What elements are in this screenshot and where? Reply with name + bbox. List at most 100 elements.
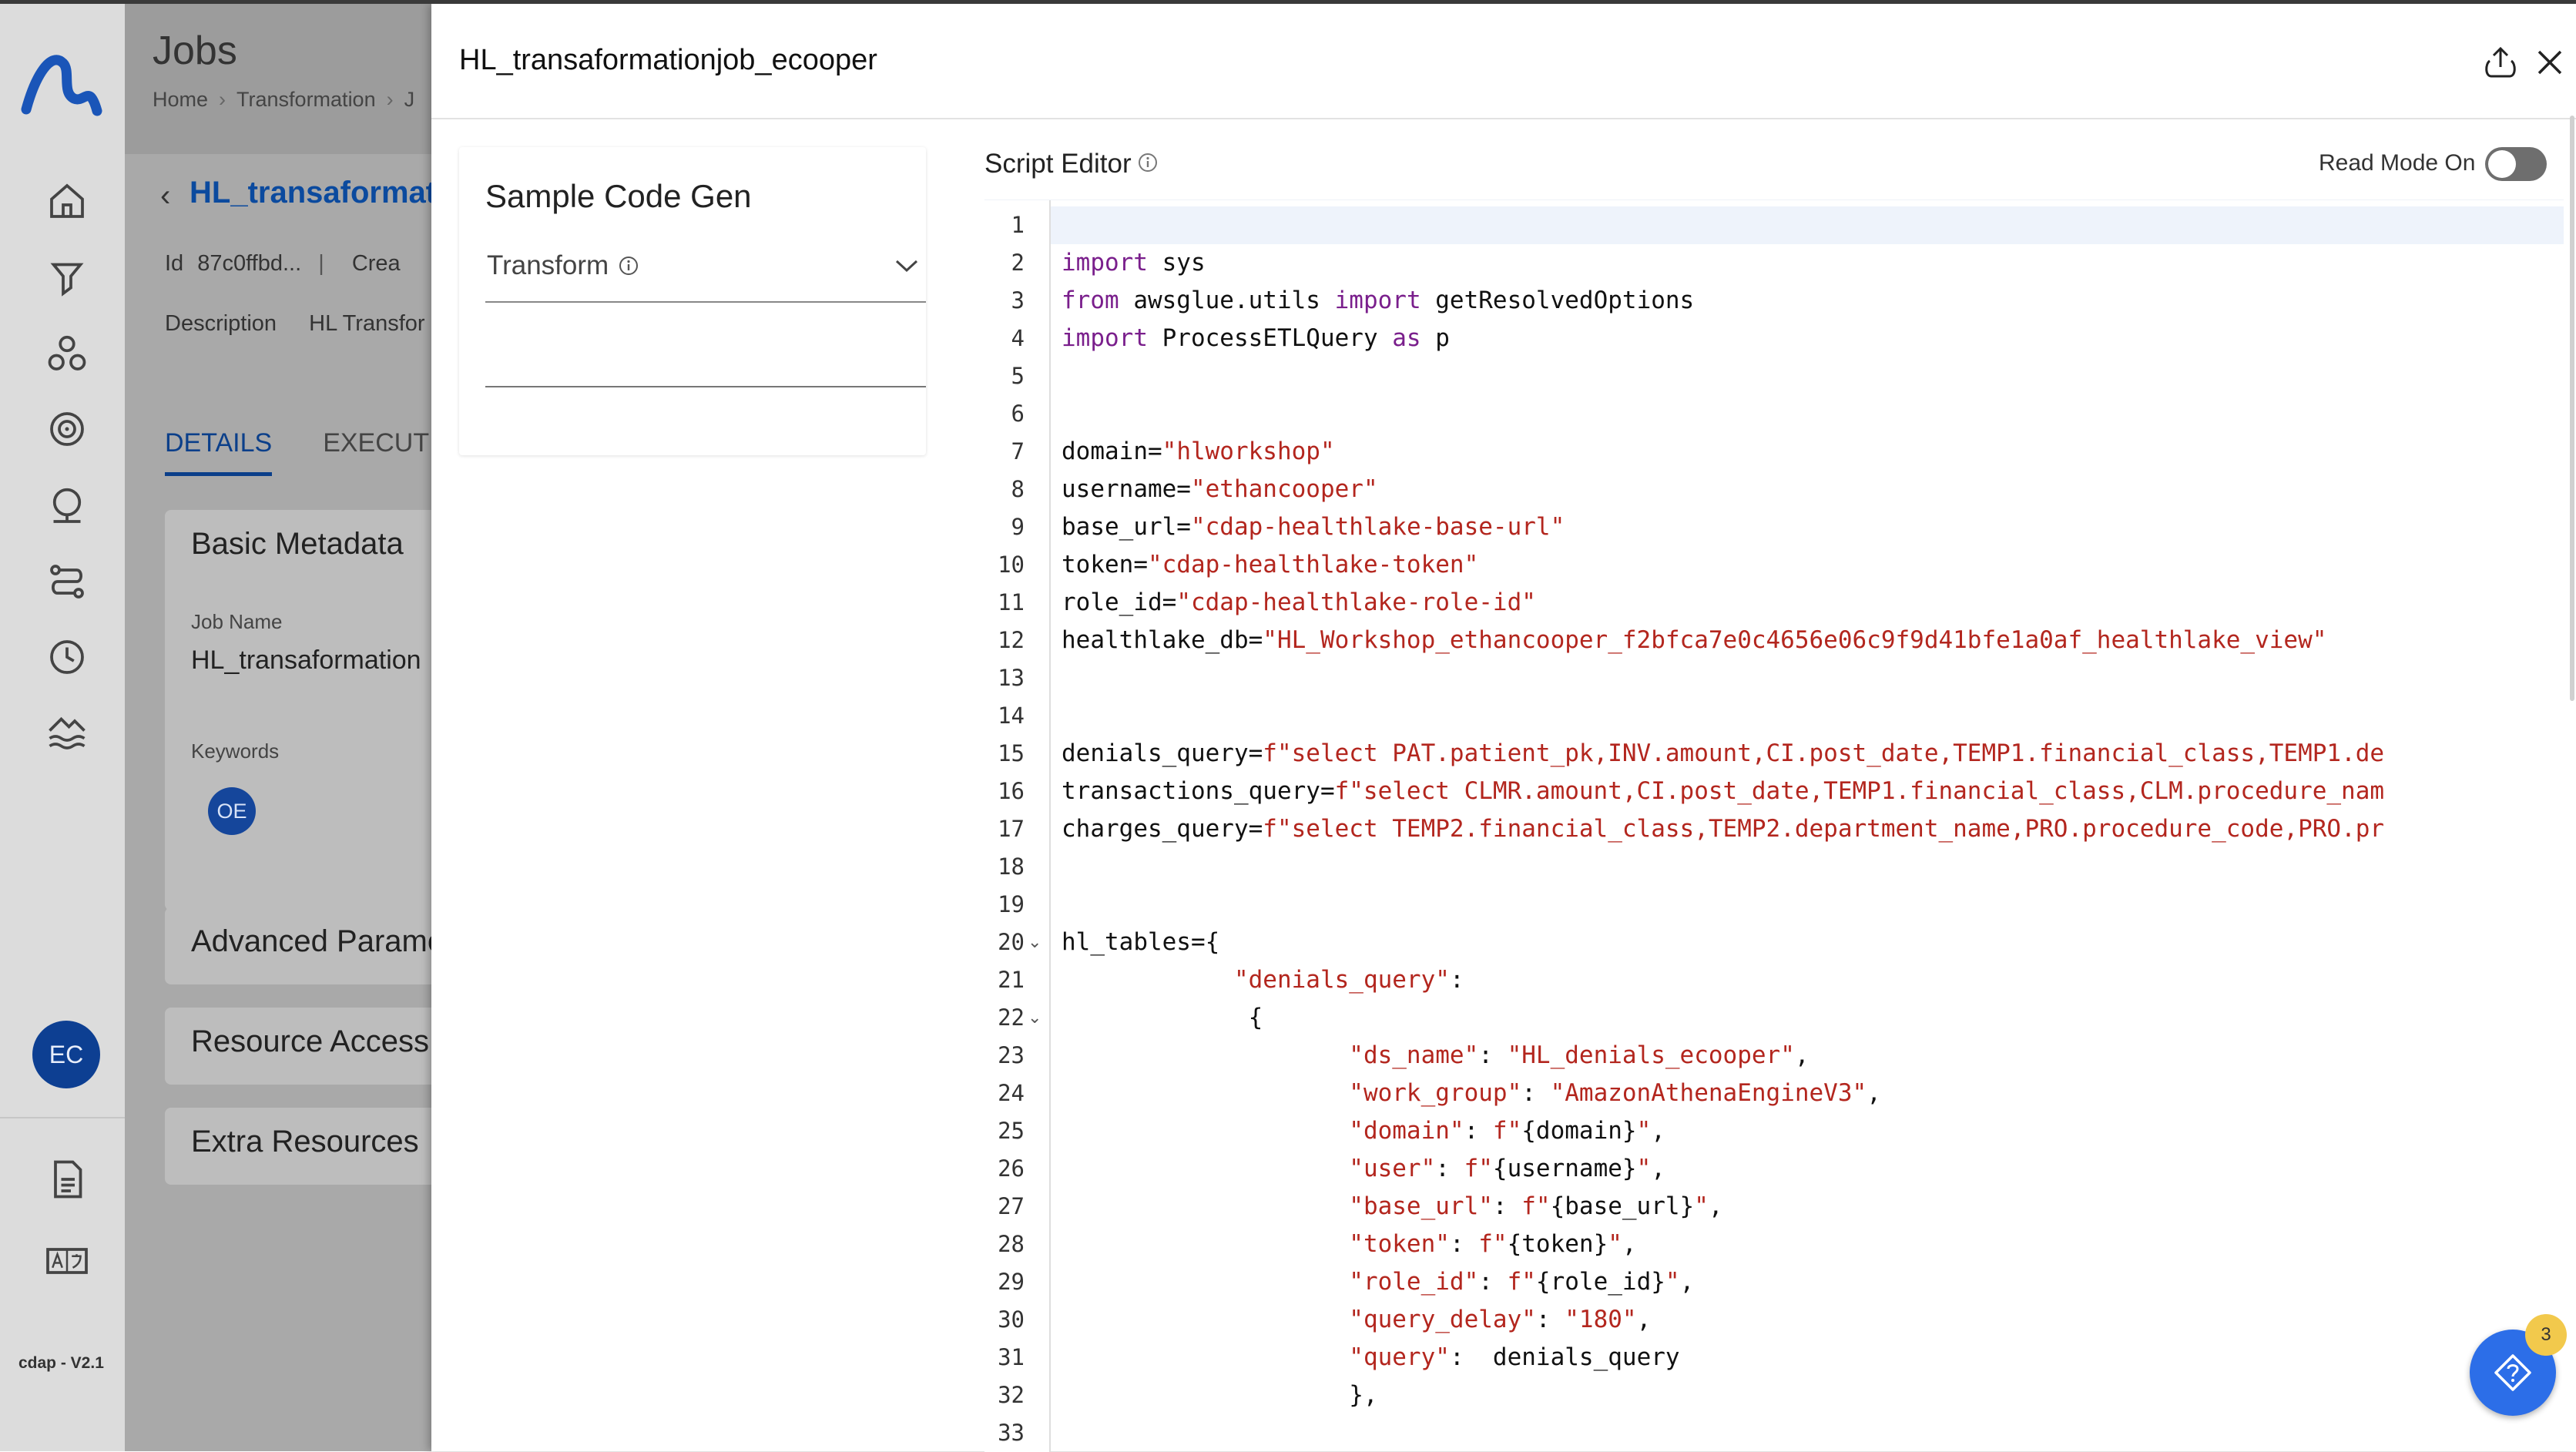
code-line[interactable]: transactions_query=f"select CLMR.amount,…: [1062, 773, 2384, 810]
info-icon[interactable]: [618, 255, 639, 277]
code-line[interactable]: from awsglue.utils import getResolvedOpt…: [1062, 282, 1694, 320]
drawer-header: HL_transaformationjob_ecooper: [431, 4, 2576, 119]
fold-chevron-icon[interactable]: ⌄: [1028, 924, 1041, 961]
sample-code-gen-title: Sample Code Gen: [485, 178, 752, 214]
fold-chevron-icon[interactable]: ⌄: [1028, 999, 1041, 1037]
back-chevron-icon[interactable]: ‹: [160, 179, 170, 213]
line-number: 27: [998, 1193, 1025, 1219]
toggle-knob: [2488, 150, 2516, 178]
brand-logo-icon[interactable]: [20, 45, 105, 119]
line-number: 22: [998, 1004, 1025, 1031]
line-number: 11: [998, 589, 1025, 615]
line-number: 16: [998, 778, 1025, 804]
advanced-parameters-card[interactable]: Advanced Parame: [165, 907, 433, 984]
job-name-label: Job Name: [191, 610, 283, 633]
chevron-down-icon[interactable]: [894, 257, 920, 275]
code-line[interactable]: },: [1062, 1377, 1377, 1414]
line-number: 21: [998, 967, 1025, 993]
line-number: 7: [1011, 438, 1025, 464]
basic-metadata-title[interactable]: Basic Metadata: [165, 510, 433, 562]
settings-target-icon[interactable]: [40, 402, 94, 456]
export-upload-icon[interactable]: [2480, 42, 2521, 82]
transformation-icon[interactable]: [40, 327, 94, 381]
code-line[interactable]: {: [1062, 999, 1263, 1037]
sidebar-divider: [0, 1117, 125, 1118]
user-avatar[interactable]: EC: [32, 1021, 100, 1088]
tab-executions[interactable]: EXECUTI: [323, 428, 433, 458]
line-number: 18: [998, 853, 1025, 880]
search-globe-icon[interactable]: [40, 479, 94, 533]
code-line[interactable]: domain="hlworkshop": [1062, 433, 1335, 471]
basic-metadata-card: Basic Metadata Job Name HL_transaformati…: [165, 510, 433, 910]
line-number: 3: [1011, 287, 1025, 314]
line-number: 31: [998, 1344, 1025, 1370]
transform-select[interactable]: Transform: [485, 243, 926, 303]
job-details-page: Jobs Home › Transformation › J ‹ HL_transafo…: [125, 0, 433, 1451]
script-drawer: HL_transaformationjob_ecooper Sample Cod…: [431, 4, 2576, 1452]
app-sidebar: EC cdap - V2.1: [0, 0, 125, 1451]
job-id-value: 87c0ffbd...: [197, 251, 302, 276]
code-line[interactable]: "query_delay": "180",: [1062, 1301, 1651, 1339]
code-line[interactable]: "base_url": f"{base_url}",: [1062, 1188, 1722, 1226]
line-number: 12: [998, 627, 1025, 653]
schedule-clock-icon[interactable]: [40, 630, 94, 684]
tab-details[interactable]: DETAILS: [165, 428, 273, 476]
extra-resources-card[interactable]: Extra Resources: [165, 1108, 433, 1185]
code-line[interactable]: "domain": f"{domain}",: [1062, 1112, 1665, 1150]
scrollbar-thumb[interactable]: [2570, 116, 2574, 701]
code-line[interactable]: "denials_query":: [1062, 961, 1464, 999]
code-line[interactable]: base_url="cdap-healthlake-base-url": [1062, 508, 1565, 546]
code-line[interactable]: "user": f"{username}",: [1062, 1150, 1665, 1188]
line-number: 23: [998, 1042, 1025, 1068]
line-number: 33: [998, 1420, 1025, 1446]
code-line[interactable]: healthlake_db="HL_Workshop_ethancooper_f…: [1062, 622, 2326, 659]
code-line[interactable]: charges_query=f"select TEMP2.financial_c…: [1062, 810, 2384, 848]
code-line[interactable]: import sys: [1062, 244, 1206, 282]
workflow-icon[interactable]: [40, 555, 94, 609]
description-label: Description: [165, 311, 277, 336]
code-line[interactable]: import ProcessETLQuery as p: [1062, 320, 1450, 357]
code-gen-input[interactable]: [485, 332, 926, 387]
code-editor[interactable]: 1 2 3 4 5 6 7 8 9 10 11 12 13 14 15 16 17 18 19 20 ⌄ 21 22 ⌄ 23 2…: [984, 200, 2564, 1452]
documentation-icon[interactable]: [40, 1152, 94, 1206]
user-initials: EC: [49, 1040, 84, 1068]
page-header: Jobs Home › Transformation › J: [125, 0, 433, 154]
help-chat-icon: [2494, 1354, 2531, 1391]
read-mode-toggle[interactable]: [2485, 147, 2547, 181]
breadcrumb-home[interactable]: Home: [153, 88, 208, 111]
home-icon[interactable]: [40, 174, 94, 228]
translate-icon[interactable]: [40, 1234, 94, 1288]
code-line[interactable]: hl_tables={: [1062, 924, 1219, 961]
breadcrumb-job[interactable]: J: [404, 88, 415, 111]
code-line[interactable]: denials_query=f"select PAT.patient_pk,IN…: [1062, 735, 2384, 773]
code-line[interactable]: "token": f"{token}",: [1062, 1226, 1636, 1263]
resource-access-card[interactable]: Resource Access: [165, 1008, 433, 1085]
top-border: [0, 0, 2576, 4]
info-icon[interactable]: [1137, 152, 1159, 173]
job-id-row: Id 87c0ffbd... | Crea: [165, 251, 401, 277]
script-editor-title: Script Editor: [984, 149, 1132, 179]
code-line[interactable]: "ds_name": "HL_denials_ecooper",: [1062, 1037, 1809, 1075]
breadcrumb-separator-icon: ›: [386, 88, 394, 111]
code-line[interactable]: "work_group": "AmazonAthenaEngineV3",: [1062, 1075, 1881, 1112]
job-created-label: Crea: [351, 251, 401, 276]
line-number: 32: [998, 1382, 1025, 1408]
code-line[interactable]: token="cdap-healthlake-token": [1062, 546, 1478, 584]
code-line[interactable]: "query": denials_query: [1062, 1339, 1679, 1377]
code-line[interactable]: username="ethancooper": [1062, 471, 1378, 508]
line-number: 10: [998, 552, 1025, 578]
notification-badge: 3: [2525, 1314, 2567, 1356]
code-line[interactable]: "role_id": f"{role_id}",: [1062, 1263, 1694, 1301]
drawer-title: HL_transaformationjob_ecooper: [459, 44, 877, 76]
data-lake-icon[interactable]: [40, 706, 94, 760]
job-name-link[interactable]: HL_transaformati: [190, 176, 433, 210]
job-description-row: Description HL Transfor: [165, 311, 425, 337]
breadcrumb-transformation[interactable]: Transformation: [236, 88, 376, 111]
close-icon[interactable]: [2533, 45, 2567, 79]
code-content[interactable]: import sys from awsglue.utils import getR…: [1049, 200, 2564, 1452]
ingestion-icon[interactable]: [40, 251, 94, 305]
line-number: 26: [998, 1155, 1025, 1182]
job-id-label: Id: [165, 251, 184, 276]
line-number: 25: [998, 1118, 1025, 1144]
code-line[interactable]: role_id="cdap-healthlake-role-id": [1062, 584, 1536, 622]
